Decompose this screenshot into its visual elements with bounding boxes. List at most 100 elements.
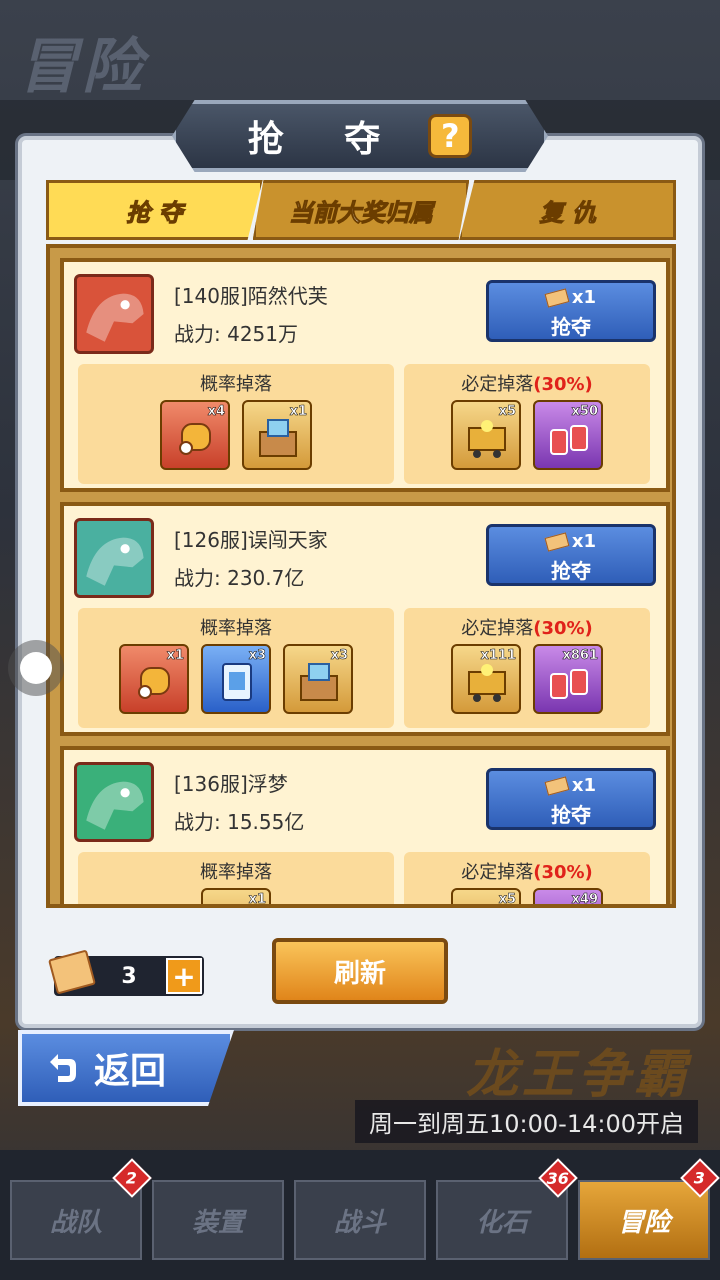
nav-label: 化石 <box>475 1207 528 1238</box>
rob-cost: x1 <box>571 775 597 796</box>
item-quantity: x4 <box>207 404 225 420</box>
guaranteed-drops-percent: (30%) <box>533 862 593 883</box>
opponent-avatar <box>74 762 154 842</box>
crate-icon[interactable]: x1 <box>201 888 271 907</box>
guaranteed-drops: 必定掉落(30%) x111 x861 <box>404 608 650 728</box>
meat-icon[interactable]: x1 <box>119 644 189 714</box>
nav-item[interactable]: 装置 <box>152 1180 284 1260</box>
crate-icon[interactable]: x1 <box>242 400 312 470</box>
item-quantity: x1 <box>248 892 266 907</box>
can-icon[interactable]: x861 <box>533 644 603 714</box>
probable-drops: 概率掉落 x1 x3 x3 <box>78 608 394 728</box>
probable-drops: 概率掉落 x4 x1 <box>78 364 394 484</box>
opponent-power: 战力: 15.55亿 <box>174 810 305 834</box>
ticket-icon <box>544 776 570 796</box>
guaranteed-drops-percent: (30%) <box>533 618 593 639</box>
item-quantity: x1 <box>289 404 307 420</box>
opponent-avatar <box>74 518 154 598</box>
nav-label: 战队 <box>49 1207 102 1238</box>
item-quantity: x50 <box>571 404 598 420</box>
opponent-power: 战力: 230.7亿 <box>174 566 305 590</box>
tab-rob[interactable]: 抢 夺 <box>46 180 263 240</box>
item-quantity: x3 <box>330 648 348 664</box>
probable-drops-title: 概率掉落 <box>200 862 272 883</box>
tab-jackpot-owner[interactable]: 当前大奖归属 <box>252 180 470 240</box>
nav-label: 冒险 <box>617 1207 670 1238</box>
event-title: 龙王争霸 <box>465 1045 690 1105</box>
opponent-power: 战力: 4251万 <box>174 322 298 346</box>
crate-icon[interactable]: x3 <box>283 644 353 714</box>
notification-badge: 2 <box>112 1158 152 1198</box>
probable-drops: 概率掉落 x1 <box>78 852 394 907</box>
opponent-card: [136服]浮梦 战力: 15.55亿 x1 抢夺 概率掉落 x1 必定掉落(3… <box>60 746 670 907</box>
notification-badge: 3 <box>680 1158 720 1198</box>
add-ticket-button[interactable]: + <box>166 958 202 994</box>
guaranteed-drops: 必定掉落(30%) x5 x49 <box>404 852 650 907</box>
rob-button[interactable]: x1 抢夺 <box>486 524 656 586</box>
guaranteed-drops-title: 必定掉落 <box>461 374 534 395</box>
meat-icon[interactable]: x4 <box>160 400 230 470</box>
gold-cart-icon[interactable]: x111 <box>451 644 521 714</box>
refresh-button[interactable]: 刷新 <box>272 938 448 1004</box>
floating-assistive-button[interactable] <box>8 640 64 696</box>
back-arrow-icon <box>42 1048 82 1088</box>
rob-cost: x1 <box>571 531 597 552</box>
guaranteed-drops-percent: (30%) <box>533 374 593 395</box>
rob-button[interactable]: x1 抢夺 <box>486 768 656 830</box>
notification-badge: 36 <box>538 1158 578 1198</box>
background-title: 冒险 <box>18 32 146 102</box>
probable-drops-title: 概率掉落 <box>200 374 272 395</box>
probable-drops-title: 概率掉落 <box>200 618 272 639</box>
card-pack-icon[interactable]: x3 <box>201 644 271 714</box>
opponent-avatar <box>74 274 154 354</box>
probable-items: x1 x3 x3 <box>78 644 394 714</box>
rob-label: 抢夺 <box>551 803 591 827</box>
nav-item[interactable]: 战队 2 <box>10 1158 152 1260</box>
rob-label: 抢夺 <box>551 315 591 339</box>
item-quantity: x1 <box>166 648 184 664</box>
guaranteed-items: x5 x50 <box>404 400 650 470</box>
guaranteed-items: x5 x49 <box>404 888 650 907</box>
back-label: 返回 <box>94 1051 167 1092</box>
opponent-name: [126服]误闯天家 <box>174 528 328 552</box>
gold-cart-icon[interactable]: x5 <box>451 888 521 907</box>
item-quantity: x5 <box>498 404 516 420</box>
can-icon[interactable]: x50 <box>533 400 603 470</box>
gold-cart-icon[interactable]: x5 <box>451 400 521 470</box>
guaranteed-items: x111 x861 <box>404 644 650 714</box>
guaranteed-drops-title: 必定掉落 <box>461 862 534 883</box>
nav-label: 装置 <box>191 1207 244 1238</box>
opponent-list[interactable]: [140服]陌然代芙 战力: 4251万 x1 抢夺 概率掉落 x4 x1 必定掉… <box>46 244 676 908</box>
guaranteed-drops-title: 必定掉落 <box>461 618 534 639</box>
probable-items: x1 <box>78 888 394 907</box>
nav-item[interactable]: 冒险 3 <box>578 1158 720 1260</box>
opponent-card: [126服]误闯天家 战力: 230.7亿 x1 抢夺 概率掉落 x1 x3 x3 … <box>60 502 670 736</box>
ticket-icon <box>544 532 570 552</box>
help-button[interactable]: ? <box>428 114 473 158</box>
opponent-card: [140服]陌然代芙 战力: 4251万 x1 抢夺 概率掉落 x4 x1 必定掉… <box>60 258 670 492</box>
nav-item[interactable]: 化石 36 <box>436 1158 578 1260</box>
bottom-bar: 3 + 刷新 <box>46 930 676 1010</box>
opponent-name: [136服]浮梦 <box>174 772 288 796</box>
ticket-icon <box>544 288 570 308</box>
item-quantity: x49 <box>571 892 598 907</box>
tab-bar: 抢 夺 当前大奖归属 复 仇 <box>46 180 677 240</box>
item-quantity: x3 <box>248 648 266 664</box>
event-time: 周一到周五10:00-14:00开启 <box>355 1100 698 1143</box>
nav-label: 战斗 <box>333 1207 386 1238</box>
rob-label: 抢夺 <box>551 559 591 583</box>
item-quantity: x111 <box>480 648 516 664</box>
bottom-nav: 战队 2 装置 战斗 化石 36 冒险 3 <box>0 1150 720 1280</box>
back-button[interactable]: 返回 <box>18 1030 234 1106</box>
can-icon[interactable]: x49 <box>533 888 603 907</box>
nav-item[interactable]: 战斗 <box>294 1180 426 1260</box>
panel-header: 抢 夺 ? <box>172 100 548 172</box>
tab-revenge[interactable]: 复 仇 <box>459 180 677 240</box>
panel-title: 抢 夺 <box>247 119 405 160</box>
probable-items: x4 x1 <box>78 400 394 470</box>
item-quantity: x5 <box>498 892 516 907</box>
rob-cost: x1 <box>571 287 597 308</box>
rob-button[interactable]: x1 抢夺 <box>486 280 656 342</box>
guaranteed-drops: 必定掉落(30%) x5 x50 <box>404 364 650 484</box>
item-quantity: x861 <box>562 648 598 664</box>
